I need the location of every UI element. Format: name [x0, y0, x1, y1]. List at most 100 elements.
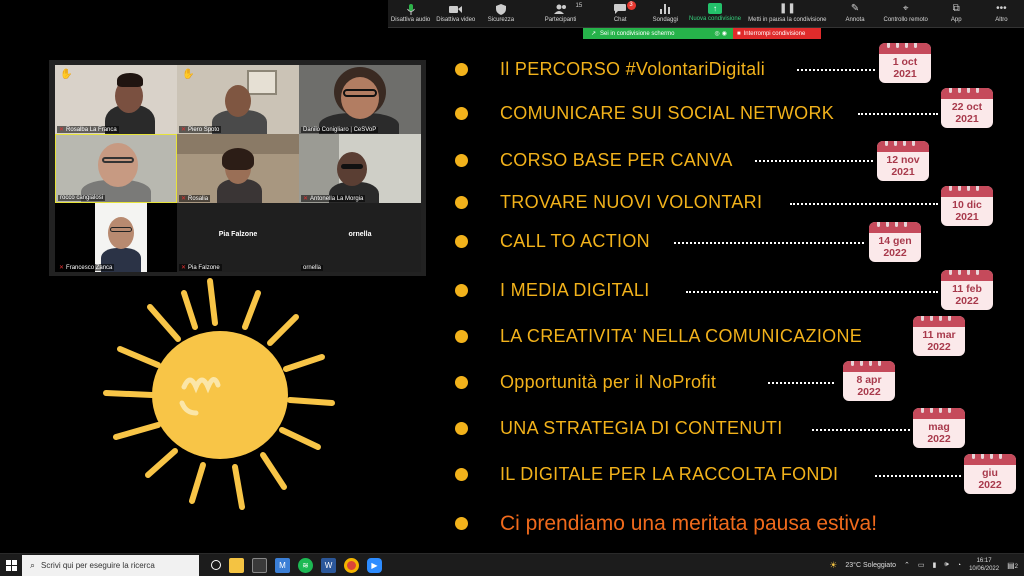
network-icon[interactable]: ▭: [918, 561, 925, 569]
video-tile[interactable]: rocco cangialosi: [55, 134, 177, 203]
dotted-leader: [797, 69, 875, 71]
chat-button[interactable]: 3 Chat: [598, 0, 643, 28]
polls-icon: [658, 3, 672, 15]
muted-mic-icon: ✕: [59, 265, 65, 271]
taskbar-clock[interactable]: 16:17 10/06/2022: [969, 557, 999, 573]
agenda-item: IL DIGITALE PER LA RACCOLTA FONDI: [455, 463, 838, 485]
share-screen-icon: ↑: [708, 3, 723, 14]
word-icon[interactable]: W: [321, 557, 336, 573]
windows-taskbar: ⌕ Scrivi qui per eseguire la ricerca M ≋…: [0, 553, 1024, 576]
mail-icon[interactable]: M: [275, 557, 290, 573]
agenda-item: UNA STRATEGIA DI CONTENUTI: [455, 417, 782, 439]
dotted-leader: [686, 291, 938, 293]
calendar-date-badge: 14 gen 2022: [869, 222, 921, 262]
calendar-date-badge: giu 2022: [964, 454, 1016, 494]
chevron-up-icon[interactable]: ⌃: [904, 561, 910, 569]
agenda-item-final: [455, 512, 468, 534]
security-button[interactable]: Sicurezza: [478, 0, 523, 28]
video-tile[interactable]: ✕ Antonella La Morgia: [299, 134, 421, 203]
bullet-dot: [455, 421, 468, 435]
video-tile[interactable]: ✕ Rosalia: [177, 134, 299, 203]
pencil-icon: ✎: [850, 3, 860, 14]
bullet-dot: [455, 106, 468, 120]
polls-button[interactable]: Sondaggi: [643, 0, 688, 28]
participants-count: 15: [575, 3, 583, 9]
video-tile[interactable]: ✋ ✕ Rosalba La Franca: [55, 65, 177, 134]
apps-icon: ⧉: [952, 3, 960, 14]
share-status-icons: ◎◉: [714, 31, 729, 37]
agenda-item: TROVARE NUOVI VOLONTARI: [455, 191, 762, 213]
remote-control-icon: ⌖: [902, 3, 909, 14]
participants-icon: [553, 3, 568, 15]
video-tile[interactable]: ornella ornella: [299, 203, 421, 272]
spotify-icon[interactable]: ≋: [298, 557, 313, 573]
agenda-item: LA CREATIVITA' NELLA COMUNICAZIONE: [455, 325, 862, 347]
search-icon: ⌕: [30, 559, 36, 570]
mute-audio-button[interactable]: Disattiva audio: [388, 0, 433, 28]
stop-square-icon: ■: [737, 30, 741, 37]
stop-video-button[interactable]: Disattiva video: [433, 0, 478, 28]
task-view-icon[interactable]: [211, 560, 221, 570]
bullet-dot: [455, 516, 468, 530]
video-tile[interactable]: ✋ ✕ Piero Spoto: [177, 65, 299, 134]
pause-share-button[interactable]: ❚❚ Metti in pausa la condivisione: [742, 0, 832, 28]
bullet-dot: [455, 153, 468, 167]
summer-break-message: Ci prendiamo una meritata pausa estiva!: [500, 512, 878, 535]
new-share-button[interactable]: ↑ Nuova condivisione: [688, 0, 742, 28]
video-gallery: ✋ ✕ Rosalba La Franca ✋ ✕ Piero Spoto Dani…: [49, 60, 426, 276]
raised-hand-icon: ✋: [182, 69, 195, 80]
chrome-icon[interactable]: [344, 557, 359, 573]
bullet-dot: [455, 283, 468, 297]
video-tile[interactable]: ✕ Francesco Zanca: [55, 203, 177, 272]
raised-hand-icon: ✋: [60, 69, 73, 80]
taskbar-apps: M ≋ W ▶: [211, 557, 382, 573]
weather-icon: ☀: [829, 559, 838, 570]
store-icon[interactable]: [252, 557, 267, 573]
chat-icon: [613, 3, 627, 15]
system-tray: ☀ 23°C Soleggiato ⌃ ▭ ▮ 🕪 ◔ 16:17 10/06/…: [829, 557, 1018, 573]
start-button[interactable]: [0, 554, 22, 576]
dotted-leader: [812, 429, 910, 431]
shield-icon: [494, 3, 508, 15]
bullet-dot: [455, 195, 468, 209]
muted-mic-icon: ✕: [59, 127, 65, 133]
muted-mic-icon: ✕: [181, 265, 187, 271]
share-arrow-icon: ↗: [591, 31, 597, 37]
volume-icon[interactable]: 🕪: [944, 561, 948, 569]
taskbar-search-input[interactable]: ⌕ Scrivi qui per eseguire la ricerca: [22, 554, 199, 576]
calendar-date-badge: 8 apr 2022: [843, 361, 895, 401]
stop-share-button[interactable]: ■ Interrompi condivisione: [733, 28, 821, 39]
dotted-leader: [755, 160, 873, 162]
calendar-date-badge: 10 dic 2021: [941, 186, 993, 226]
muted-mic-icon: ✕: [303, 196, 309, 202]
file-explorer-icon[interactable]: [229, 557, 244, 573]
wifi-icon[interactable]: ◔: [957, 562, 961, 569]
sharing-indicator: ↗ Sei in condivisione schermo ◎◉: [583, 28, 733, 39]
more-icon: •••: [996, 3, 1007, 14]
apps-button[interactable]: ⧉ App: [934, 0, 979, 28]
agenda-item: CORSO BASE PER CANVA: [455, 149, 732, 171]
windows-logo-icon: [5, 559, 17, 571]
remote-control-button[interactable]: ⌖ Controllo remoto: [878, 0, 934, 28]
calendar-date-badge: 1 oct 2021: [879, 43, 931, 83]
agenda-item: Opportunità per il NoProfit: [455, 371, 716, 393]
zoom-app-icon[interactable]: ▶: [367, 557, 382, 573]
dotted-leader: [790, 203, 938, 205]
video-camera-icon: [449, 3, 463, 15]
bullet-dot: [455, 329, 468, 343]
video-tile[interactable]: Danilo Conigliaro | CeSVoP: [299, 65, 421, 134]
more-button[interactable]: ••• Altro: [979, 0, 1024, 28]
muted-mic-icon: ✕: [181, 127, 187, 133]
calendar-date-badge: 22 oct 2021: [941, 88, 993, 128]
muted-mic-icon: ✕: [181, 196, 187, 202]
microphone-icon: [404, 3, 418, 15]
battery-icon[interactable]: ▮: [933, 561, 937, 569]
video-tile[interactable]: Pia Falzone ✕ Pia Falzone: [177, 203, 299, 272]
calendar-date-badge: 11 mar 2022: [913, 316, 965, 356]
calendar-date-badge: 11 feb 2022: [941, 270, 993, 310]
annotate-button[interactable]: ✎ Annota: [832, 0, 877, 28]
participants-button[interactable]: 15 Partecipanti: [524, 0, 598, 28]
bullet-dot: [455, 467, 468, 481]
notifications-icon[interactable]: ▤2: [1007, 561, 1018, 570]
dotted-leader: [875, 475, 961, 477]
